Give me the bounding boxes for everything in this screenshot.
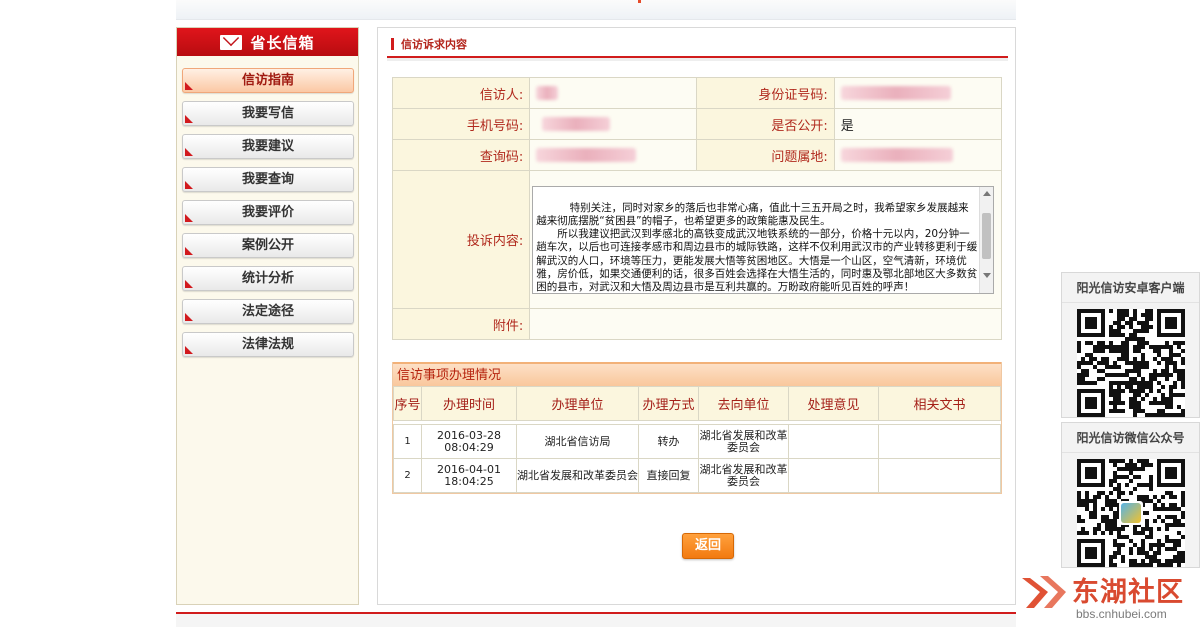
phone-label: 手机号码: xyxy=(391,108,531,140)
qr-graphic xyxy=(1076,309,1185,417)
query-code-label: 查询码: xyxy=(391,139,531,171)
petition-info-table: 信访人: 身份证号码: 手机号码: 是否公开: 是 查询码: 问题属地: 投诉内… xyxy=(391,77,1003,340)
footer-strip xyxy=(176,612,1016,627)
wechat-qr-code[interactable] xyxy=(1076,459,1185,567)
location-value xyxy=(833,139,1003,171)
row-time: 2016-03-28 08:04:29 xyxy=(421,424,517,459)
scroll-up-icon[interactable] xyxy=(983,190,992,196)
sidebar-item-public-cases[interactable]: 案例公开 xyxy=(182,233,354,258)
table-row: 1 2016-03-28 08:04:29 湖北省信访局 转办 湖北省发展和改革委… xyxy=(393,424,1001,459)
row-no: 2 xyxy=(393,458,422,493)
location-label: 问题属地: xyxy=(696,139,835,171)
redacted-name xyxy=(536,86,559,100)
complaint-textarea[interactable]: 特别关注，同时对家乡的落后也非常心痛，值此十三五开局之时，我希望家乡发展越来越来… xyxy=(532,185,995,294)
id-number-value xyxy=(833,77,1003,109)
sidebar-item-guide[interactable]: 信访指南 xyxy=(182,68,354,93)
row-time: 2016-04-01 18:04:25 xyxy=(421,458,517,493)
top-banner-strip xyxy=(176,0,1016,20)
col-header-no: 序号 xyxy=(393,386,422,421)
row-opinion xyxy=(788,424,879,459)
row-to-unit: 湖北省发展和改革委员会 xyxy=(698,458,789,493)
sidebar-item-write-letter[interactable]: 我要写信 xyxy=(182,101,354,126)
section-title: 信访诉求内容 xyxy=(387,32,1008,61)
wechat-logo-icon xyxy=(1118,501,1143,525)
processing-section: 信访事项办理情况 序号 办理时间 办理单位 办理方式 去向单位 处理意见 相关文… xyxy=(392,362,1002,494)
sidebar: 省长信箱 信访指南 我要写信 我要建议 我要查询 我要评价 案例公开 统计分析 … xyxy=(176,27,359,605)
sidebar-item-query[interactable]: 我要查询 xyxy=(182,167,354,192)
col-header-unit: 办理单位 xyxy=(516,386,639,421)
attachment-value xyxy=(529,308,1002,340)
envelope-icon xyxy=(220,34,243,50)
scroll-thumb[interactable] xyxy=(982,212,992,259)
phone-value xyxy=(529,108,698,140)
query-code-value xyxy=(529,139,698,171)
row-time-clock: 08:04:29 xyxy=(444,440,494,454)
android-app-panel: 阳光信访安卓客户端 xyxy=(1061,272,1200,418)
watermark-text: 东湖社区 xyxy=(1072,577,1184,608)
row-docs xyxy=(878,458,1001,493)
redacted-location xyxy=(840,148,953,162)
android-app-title: 阳光信访安卓客户端 xyxy=(1062,273,1199,303)
main-panel: 信访诉求内容 信访人: 身份证号码: 手机号码: 是否公开: 是 查询码: 问题… xyxy=(377,27,1016,605)
sidebar-item-suggest[interactable]: 我要建议 xyxy=(182,134,354,159)
public-value: 是 xyxy=(833,108,1003,140)
redacted-id xyxy=(840,86,951,100)
redacted-query-code xyxy=(536,148,637,162)
sidebar-item-statistics[interactable]: 统计分析 xyxy=(182,266,354,291)
row-time-clock: 18:04:25 xyxy=(444,474,494,488)
complaint-label: 投诉内容: xyxy=(391,170,531,309)
banner-dot xyxy=(638,0,641,3)
row-opinion xyxy=(788,458,879,493)
row-docs xyxy=(878,424,1001,459)
watermark-logo-icon xyxy=(1022,576,1066,608)
redacted-phone xyxy=(542,117,611,131)
watermark: 东湖社区 bbs.cnhubei.com xyxy=(1020,570,1200,627)
complaint-cell: 特别关注，同时对家乡的落后也非常心痛，值此十三五开局之时，我希望家乡发展越来越来… xyxy=(529,170,1002,309)
sidebar-menu: 信访指南 我要写信 我要建议 我要查询 我要评价 案例公开 统计分析 法定途径 … xyxy=(177,56,358,357)
col-header-time: 办理时间 xyxy=(421,386,517,421)
complaint-text: 特别关注，同时对家乡的落后也非常心痛，值此十三五开局之时，我希望家乡发展越来越来… xyxy=(536,201,978,293)
back-button[interactable]: 返回 xyxy=(682,533,734,559)
wechat-panel: 阳光信访微信公众号 xyxy=(1061,422,1200,568)
sidebar-header: 省长信箱 xyxy=(177,28,358,56)
col-header-opinion: 处理意见 xyxy=(788,386,879,421)
processing-table: 序号 办理时间 办理单位 办理方式 去向单位 处理意见 相关文书 1 2016-… xyxy=(393,386,1001,493)
android-qr-code[interactable] xyxy=(1076,309,1185,417)
public-label: 是否公开: xyxy=(696,108,835,140)
processing-title: 信访事项办理情况 xyxy=(393,362,1001,386)
petitioner-value xyxy=(529,77,698,109)
sidebar-item-evaluate[interactable]: 我要评价 xyxy=(182,200,354,225)
col-header-docs: 相关文书 xyxy=(878,386,1001,421)
table-row: 2 2016-04-01 18:04:25 湖北省发展和改革委员会 直接回复 湖北… xyxy=(393,458,1001,493)
complaint-scrollbar[interactable] xyxy=(979,186,994,293)
id-number-label: 身份证号码: xyxy=(696,77,835,109)
col-header-method: 办理方式 xyxy=(638,386,699,421)
row-no: 1 xyxy=(393,424,422,459)
row-unit: 湖北省发展和改革委员会 xyxy=(516,458,639,493)
row-method: 直接回复 xyxy=(638,458,699,493)
sidebar-item-laws[interactable]: 法律法规 xyxy=(182,332,354,357)
scroll-down-icon[interactable] xyxy=(983,272,992,278)
sidebar-item-legal-channels[interactable]: 法定途径 xyxy=(182,299,354,324)
sidebar-title: 省长信箱 xyxy=(250,33,315,52)
row-method: 转办 xyxy=(638,424,699,459)
row-unit: 湖北省信访局 xyxy=(516,424,639,459)
row-to-unit: 湖北省发展和改革委员会 xyxy=(698,424,789,459)
watermark-url: bbs.cnhubei.com xyxy=(1076,607,1167,621)
wechat-title: 阳光信访微信公众号 xyxy=(1062,423,1199,453)
attachment-label: 附件: xyxy=(391,308,531,340)
col-header-to-unit: 去向单位 xyxy=(698,386,789,421)
petitioner-label: 信访人: xyxy=(391,77,531,109)
